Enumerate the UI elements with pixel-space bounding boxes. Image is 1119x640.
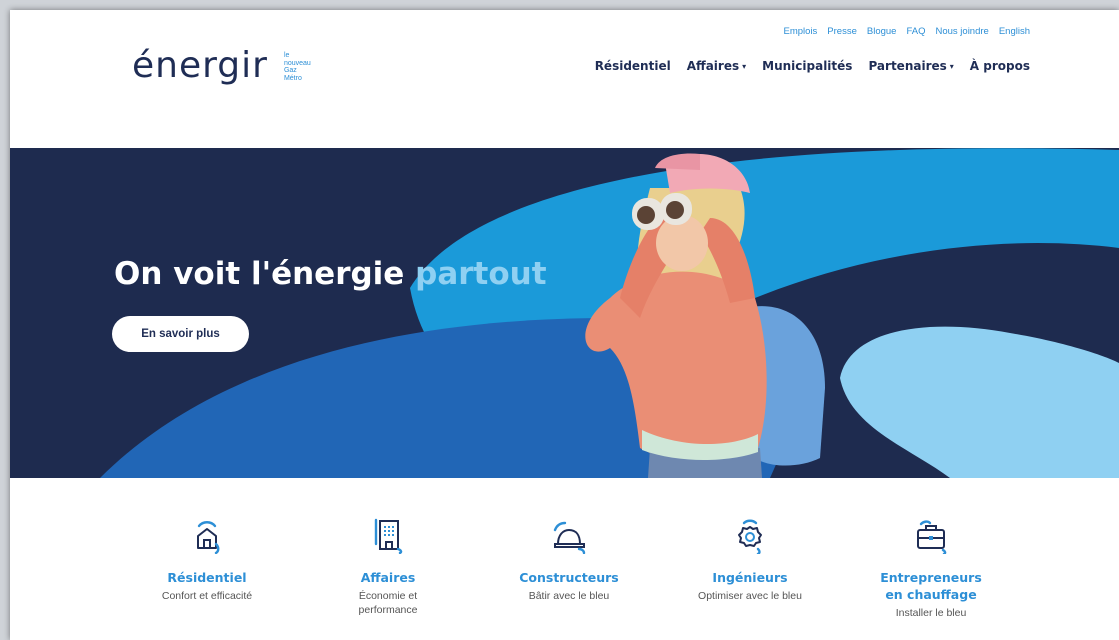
tagline-line: Métro [283, 74, 302, 82]
feature-title: Entrepreneurs en chauffage [846, 569, 1016, 603]
tagline-line: le [283, 52, 290, 59]
tagline-line: nouveau [283, 59, 311, 67]
hard-hat-icon [553, 521, 586, 555]
feature-title: Affaires [360, 570, 416, 585]
feature-title: Résidentiel [167, 570, 247, 585]
hero-title-text: On voit l'énergie [114, 256, 416, 292]
tagline-line: Gaz [283, 67, 297, 74]
feature-desc-line: performance [358, 604, 418, 616]
feature-desc: Installer le bleu [895, 607, 967, 619]
utility-link-blogue[interactable]: Blogue [867, 26, 897, 37]
hero-title: On voit l'énergie partout [114, 256, 547, 292]
feature-desc: Optimiser avec le bleu [698, 590, 802, 602]
feature-residentiel[interactable]: Résidentiel Confort et efficacité [122, 518, 292, 603]
browser-page: énergir le nouveau Gaz Métro Emplois Pre… [10, 10, 1119, 640]
nav-label: Affaires [686, 59, 740, 73]
learn-more-button[interactable]: En savoir plus [112, 316, 249, 352]
utility-link-english[interactable]: English [999, 26, 1030, 37]
house-icon [197, 521, 220, 555]
hero-title-highlight: partout [415, 256, 547, 292]
feature-desc-line: Économie et [358, 590, 418, 602]
nav-item-affaires[interactable]: Affaires ▾ [687, 59, 746, 73]
nav-label: Partenaires [868, 59, 947, 73]
nav-item-a-propos[interactable]: À propos [970, 59, 1030, 73]
nav-item-partenaires[interactable]: Partenaires ▾ [868, 59, 953, 73]
logo-wordmark: énergir [132, 45, 268, 86]
nav-item-municipalites[interactable]: Municipalités [762, 59, 852, 73]
utility-link-presse[interactable]: Presse [827, 26, 857, 37]
feature-title: Ingénieurs [712, 570, 788, 585]
main-nav: Résidentiel Affaires ▾ Municipalités Part… [595, 59, 1030, 73]
logo-tagline: le nouveau Gaz Métro [284, 52, 311, 82]
chevron-down-icon: ▾ [949, 62, 954, 71]
feature-title-line: en chauffage [885, 587, 977, 602]
feature-entrepreneurs[interactable]: Entrepreneurs en chauffage Installer le b… [846, 518, 1016, 620]
feature-title: Constructeurs [519, 570, 619, 585]
utility-link-faq[interactable]: FAQ [906, 26, 925, 37]
feature-desc: Confort et efficacité [161, 590, 253, 602]
building-icon [374, 518, 403, 555]
nav-item-residentiel[interactable]: Résidentiel [595, 59, 671, 73]
feature-desc: Bâtir avec le bleu [528, 590, 610, 602]
hero-illustration [100, 148, 1119, 478]
utility-link-nous-joindre[interactable]: Nous joindre [935, 26, 988, 37]
hero-banner: On voit l'énergie partout En savoir plus [10, 148, 1119, 478]
hero-swoosh-light [840, 326, 1119, 478]
chevron-down-icon: ▾ [742, 62, 747, 71]
feature-desc: Économie et performance [303, 589, 473, 617]
utility-link-emplois[interactable]: Emplois [784, 26, 818, 37]
gear-icon [738, 519, 762, 556]
feature-ingenieurs[interactable]: Ingénieurs Optimiser avec le bleu [665, 518, 835, 603]
energir-logo[interactable]: énergir le nouveau Gaz Métro [132, 48, 311, 84]
utility-nav: Emplois Presse Blogue FAQ Nous joindre E… [784, 26, 1031, 37]
nav-label: Résidentiel [594, 59, 671, 73]
feature-title-line: Entrepreneurs [880, 570, 982, 585]
toolbox-icon [917, 520, 947, 556]
feature-constructeurs[interactable]: Constructeurs Bâtir avec le bleu [484, 518, 654, 603]
nav-label: À propos [969, 59, 1030, 73]
nav-label: Municipalités [762, 59, 853, 73]
feature-affaires[interactable]: Affaires Économie et performance [303, 518, 473, 617]
